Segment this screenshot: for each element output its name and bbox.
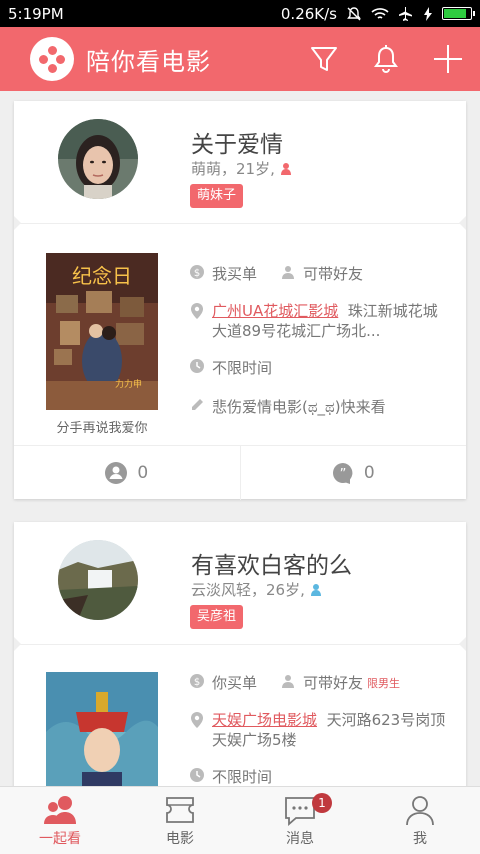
unread-badge: 1 [312, 793, 332, 813]
female-icon [280, 162, 291, 175]
people-icon [44, 795, 76, 824]
network-speed: 0.26K/s [280, 4, 337, 23]
post-header: 关于爱情 萌萌，21岁, 萌妹子 [14, 101, 466, 223]
cinema-link[interactable]: 广州UA花城汇影城 [212, 302, 338, 320]
svg-text:”: ” [339, 467, 346, 482]
male-icon [310, 583, 321, 596]
avatar[interactable] [58, 119, 138, 199]
poster-caption: 分手再说我爱你 [56, 421, 148, 436]
pencil-icon [192, 399, 203, 410]
status-time: 5:19PM [8, 4, 64, 23]
post-card[interactable]: 有喜欢白客的么 云淡风轻，26岁, 吴彦祖 天 [14, 522, 466, 786]
payment-row: $ 你买单 可带好友 限男生 [190, 672, 400, 693]
svg-text:$: $ [194, 677, 200, 688]
dollar-icon: $ [190, 265, 204, 279]
payment-text: 我买单 [212, 265, 258, 283]
friend-text: 可带好友 [303, 265, 364, 283]
bell-icon [374, 45, 398, 73]
post-body: 天天 $ 你买单 可带好友 限男生 天娱广场电影城 天河路623号岗顶天娱广场5… [14, 644, 466, 786]
nav-label: 电影 [166, 830, 194, 847]
filter-icon [311, 47, 337, 71]
avatar[interactable] [58, 540, 138, 620]
movie-poster[interactable]: 纪念日 力力申 [46, 253, 158, 410]
app-bar-actions [308, 27, 464, 91]
app-title: 陪你看电影 [86, 47, 211, 76]
movie-poster[interactable]: 天天 [46, 672, 158, 786]
battery-icon [442, 7, 475, 20]
post-title: 关于爱情 [191, 132, 283, 158]
feed[interactable]: 关于爱情 萌萌，21岁, 萌妹子 纪念日 力力申 分手再说我爱你 $ 我买单 可… [0, 91, 480, 786]
comment-count: 0 [363, 463, 375, 483]
time-text: 不限时间 [212, 359, 273, 377]
app-bar: 陪你看电影 [0, 27, 480, 91]
svg-text:$: $ [194, 268, 200, 279]
poster-title-text: 纪念日 [72, 264, 132, 288]
post-card[interactable]: 关于爱情 萌萌，21岁, 萌妹子 纪念日 力力申 分手再说我爱你 $ 我买单 可… [14, 101, 466, 500]
filter-button[interactable] [308, 43, 340, 75]
post-author-meta: 萌萌，21岁, [191, 158, 293, 179]
note-text: 悲伤爱情电影(ಥ_ಥ)快来看 [212, 398, 386, 416]
plus-icon [434, 45, 462, 73]
note-row: 悲伤爱情电影(ಥ_ಥ)快来看 [190, 396, 386, 417]
time-row: 不限时间 [190, 766, 272, 786]
person-icon [282, 266, 295, 279]
nav-messages[interactable]: 1 消息 [240, 787, 360, 854]
post-title: 有喜欢白客的么 [191, 553, 352, 579]
person-icon [282, 675, 295, 688]
gender-limit: 限男生 [367, 677, 401, 690]
location-row: 天娱广场电影城 天河路623号岗顶天娱广场5楼 [190, 710, 450, 750]
location-pin-icon [191, 303, 203, 319]
notification-button[interactable] [370, 43, 402, 75]
user-tag: 吴彦祖 [190, 605, 244, 629]
airplane-icon [399, 6, 412, 21]
mute-icon [347, 6, 361, 20]
charging-icon [424, 6, 432, 21]
nav-movies[interactable]: 电影 [120, 787, 240, 854]
user-circle-icon [105, 462, 128, 484]
add-button[interactable] [432, 43, 464, 75]
post-header: 有喜欢白客的么 云淡风轻，26岁, 吴彦祖 [14, 522, 466, 644]
payment-text: 你买单 [212, 674, 258, 692]
participant-count: 0 [137, 463, 149, 483]
bottom-nav: 一起看 电影 1 消息 我 [0, 786, 480, 854]
comment-icon: ” [332, 463, 353, 484]
ticket-icon [166, 796, 194, 823]
cinema-link[interactable]: 天娱广场电影城 [212, 711, 317, 729]
time-row: 不限时间 [190, 357, 272, 378]
location-row: 广州UA花城汇影城 珠江新城花城大道89号花城汇广场北... [190, 301, 450, 341]
nav-label: 一起看 [39, 830, 81, 847]
user-tag: 萌妹子 [190, 184, 244, 208]
location-pin-icon [191, 712, 203, 728]
author-info: 云淡风轻，26岁, [191, 581, 305, 599]
post-author-meta: 云淡风轻，26岁, [191, 579, 323, 600]
wifi-icon [371, 7, 389, 19]
post-footer: 0 ” 0 [14, 445, 466, 500]
nav-together[interactable]: 一起看 [0, 787, 120, 854]
nav-me[interactable]: 我 [360, 787, 480, 854]
status-bar: 5:19PM 0.26K/s [0, 0, 480, 27]
author-info: 萌萌，21岁, [191, 160, 275, 178]
participants-button[interactable]: 0 [14, 446, 240, 500]
user-icon [406, 795, 434, 825]
comments-button[interactable]: ” 0 [239, 446, 467, 500]
post-body: 纪念日 力力申 分手再说我爱你 $ 我买单 可带好友 广州UA花城汇影城 珠江新… [14, 223, 466, 445]
app-logo-icon [30, 37, 74, 81]
clock-icon [190, 768, 204, 782]
nav-label: 我 [413, 830, 427, 847]
clock-icon [190, 359, 204, 373]
time-text: 不限时间 [212, 768, 273, 786]
friend-text: 可带好友 [303, 674, 364, 692]
payment-row: $ 我买单 可带好友 [190, 263, 363, 284]
nav-label: 消息 [286, 830, 314, 847]
status-icons: 0.26K/s [280, 4, 475, 23]
dollar-icon: $ [190, 674, 204, 688]
svg-text:力力申: 力力申 [115, 378, 142, 390]
